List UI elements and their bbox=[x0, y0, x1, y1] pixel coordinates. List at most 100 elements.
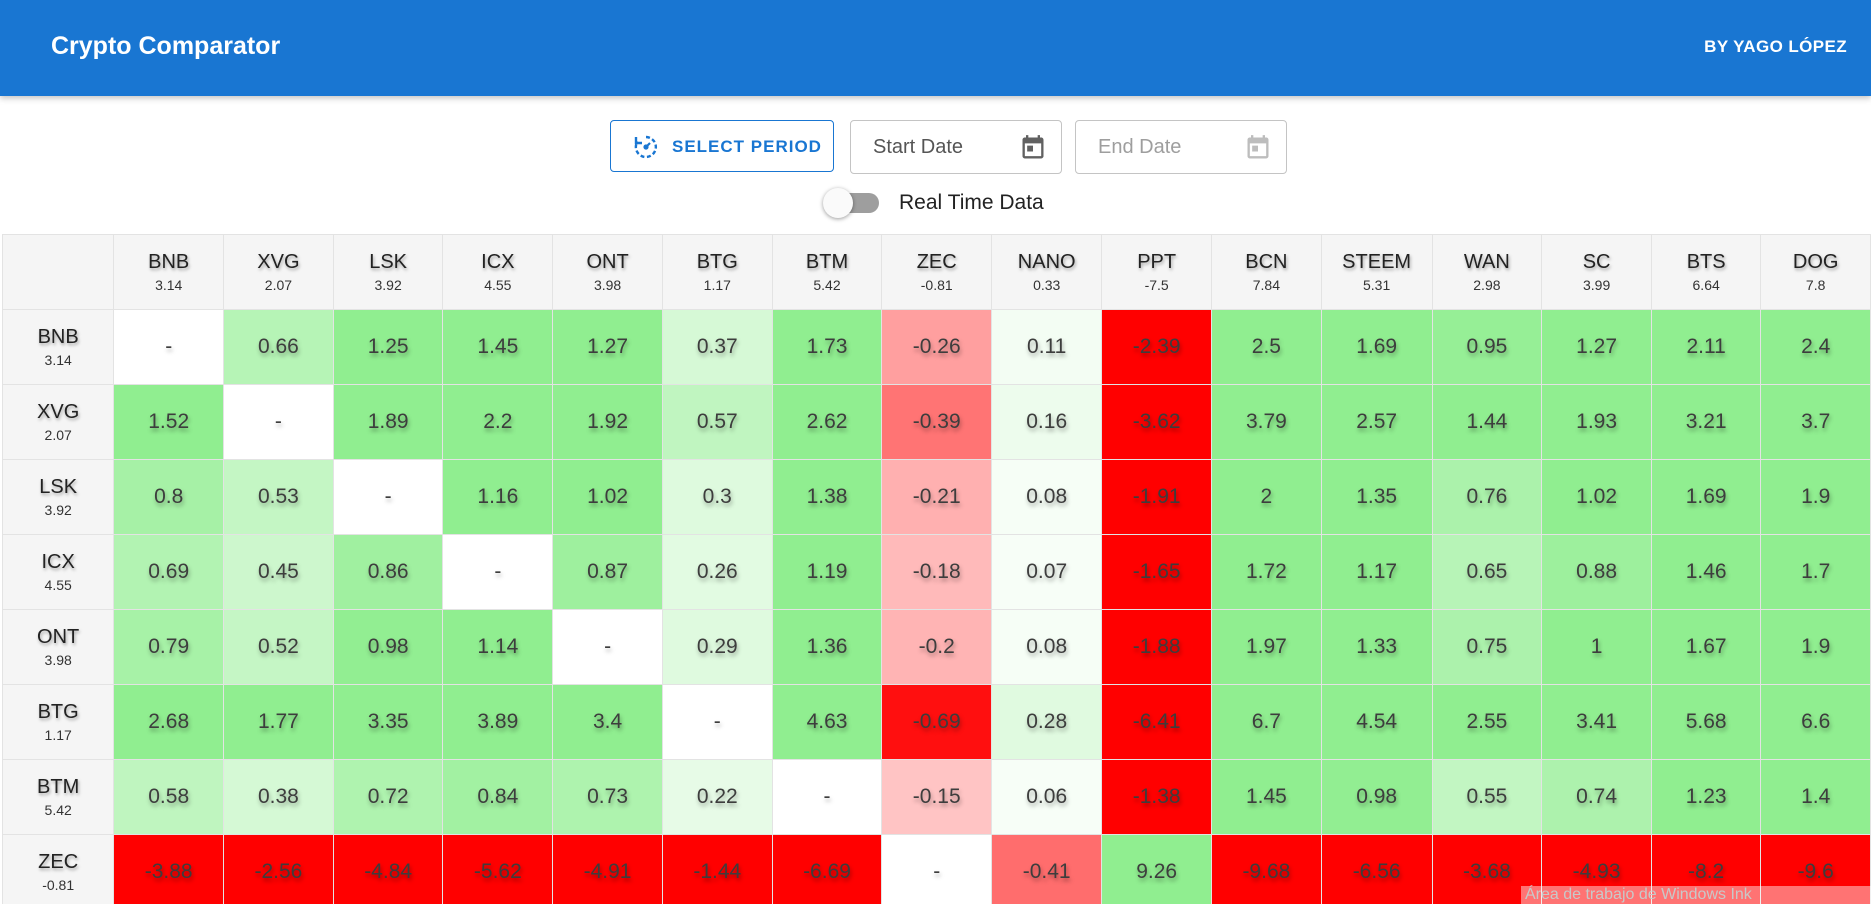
matrix-cell: 0.07 bbox=[991, 534, 1103, 610]
matrix-cell: 2.68 bbox=[113, 684, 225, 760]
matrix-cell: 1.4 bbox=[1760, 759, 1871, 835]
column-header: NANO 0.33 bbox=[991, 234, 1103, 310]
matrix-cell: -1.91 bbox=[1101, 459, 1213, 535]
matrix-cell: -1.38 bbox=[1101, 759, 1213, 835]
calendar-icon[interactable] bbox=[1244, 134, 1272, 162]
matrix-corner bbox=[2, 234, 115, 310]
column-change: 2.98 bbox=[1473, 277, 1501, 293]
row-header: ICX 4.55 bbox=[2, 534, 115, 610]
matrix-cell: 0.16 bbox=[991, 384, 1103, 460]
matrix-cell: 0.86 bbox=[332, 534, 444, 610]
matrix-cell: 0.3 bbox=[661, 459, 773, 535]
windows-ink-overlay: Área de trabajo de Windows Ink bbox=[1521, 886, 1871, 904]
matrix-cell: - bbox=[113, 309, 225, 385]
column-header: DOG 7.8 bbox=[1760, 234, 1871, 310]
matrix-cell: 0.55 bbox=[1431, 759, 1543, 835]
matrix-cell: 1.72 bbox=[1211, 534, 1322, 610]
column-header: BCN 7.84 bbox=[1211, 234, 1322, 310]
matrix-cell: 1.36 bbox=[771, 609, 883, 685]
start-date-input[interactable] bbox=[871, 135, 1015, 160]
row-change: 3.98 bbox=[44, 652, 72, 668]
matrix-cell: 3.4 bbox=[552, 684, 663, 760]
matrix-cell: 0.65 bbox=[1431, 534, 1543, 610]
row-symbol: XVG bbox=[37, 401, 80, 423]
matrix-cell: 1.44 bbox=[1431, 384, 1543, 460]
matrix-cell: - bbox=[881, 834, 993, 904]
matrix-cell: 1.35 bbox=[1320, 459, 1433, 535]
matrix-cell: 0.08 bbox=[991, 459, 1103, 535]
matrix-cell: 0.28 bbox=[991, 684, 1103, 760]
matrix-cell: 0.8 bbox=[113, 459, 225, 535]
column-change: 3.14 bbox=[155, 277, 183, 293]
column-change: 5.42 bbox=[813, 277, 841, 293]
matrix-cell: -2.56 bbox=[223, 834, 334, 904]
matrix-cell: 1.77 bbox=[223, 684, 334, 760]
realtime-label: Real Time Data bbox=[899, 191, 1044, 214]
select-period-button[interactable]: SELECT PERIOD bbox=[610, 120, 834, 172]
app-title: Crypto Comparator bbox=[51, 32, 281, 60]
matrix-cell: -6.69 bbox=[771, 834, 883, 904]
row-change: 5.42 bbox=[44, 802, 72, 818]
matrix-cell: 1.9 bbox=[1760, 459, 1871, 535]
matrix-cell: 0.11 bbox=[991, 309, 1103, 385]
column-symbol: BCN bbox=[1245, 251, 1288, 273]
matrix-cell: 9.26 bbox=[1101, 834, 1213, 904]
column-symbol: SC bbox=[1582, 251, 1611, 273]
matrix-cell: 2.5 bbox=[1211, 309, 1322, 385]
matrix-cell: 1.02 bbox=[552, 459, 663, 535]
column-symbol: BTS bbox=[1686, 251, 1726, 273]
matrix-cell: -0.69 bbox=[881, 684, 993, 760]
matrix-cell: -2.39 bbox=[1101, 309, 1213, 385]
matrix-cell: 2.55 bbox=[1431, 684, 1543, 760]
row-symbol: ICX bbox=[41, 551, 75, 573]
matrix-cell: 0.75 bbox=[1431, 609, 1543, 685]
column-header: BTG 1.17 bbox=[661, 234, 773, 310]
matrix-cell: 0.98 bbox=[1320, 759, 1433, 835]
matrix-cell: -6.41 bbox=[1101, 684, 1213, 760]
end-date-input[interactable] bbox=[1096, 135, 1240, 160]
matrix-cell: 5.68 bbox=[1650, 684, 1762, 760]
matrix-cell: 0.29 bbox=[661, 609, 773, 685]
matrix-cell: 0.66 bbox=[223, 309, 334, 385]
matrix-cell: 1.45 bbox=[442, 309, 554, 385]
matrix-cell: -4.84 bbox=[332, 834, 444, 904]
calendar-icon[interactable] bbox=[1019, 134, 1047, 162]
matrix-cell: 0.95 bbox=[1431, 309, 1543, 385]
matrix-cell: 1.27 bbox=[552, 309, 663, 385]
column-symbol: WAN bbox=[1463, 251, 1510, 273]
row-change: 2.07 bbox=[44, 427, 72, 443]
end-date-field[interactable] bbox=[1075, 120, 1287, 174]
column-change: 3.98 bbox=[593, 277, 622, 293]
matrix-cell: -3.88 bbox=[113, 834, 225, 904]
matrix-cell: -0.39 bbox=[881, 384, 993, 460]
matrix-cell: 0.88 bbox=[1541, 534, 1652, 610]
matrix-cell: 0.98 bbox=[332, 609, 444, 685]
matrix-cell: 0.22 bbox=[661, 759, 773, 835]
row-symbol: BTM bbox=[37, 776, 80, 798]
row-change: -0.81 bbox=[42, 877, 75, 893]
matrix-cell: 1.16 bbox=[442, 459, 554, 535]
matrix-cell: -1.88 bbox=[1101, 609, 1213, 685]
matrix-cell: 1.93 bbox=[1541, 384, 1652, 460]
start-date-field[interactable] bbox=[850, 120, 1062, 174]
row-header: ONT 3.98 bbox=[2, 609, 115, 685]
matrix-cell: 3.35 bbox=[332, 684, 444, 760]
matrix-cell: 1.25 bbox=[332, 309, 444, 385]
matrix-cell: 2.2 bbox=[442, 384, 554, 460]
matrix-cell: -3.62 bbox=[1101, 384, 1213, 460]
matrix-cell: 1.7 bbox=[1760, 534, 1871, 610]
matrix-cell: -6.56 bbox=[1320, 834, 1433, 904]
matrix-cell: 1.38 bbox=[771, 459, 883, 535]
column-change: 5.31 bbox=[1363, 277, 1391, 293]
column-header: BTS 6.64 bbox=[1650, 234, 1762, 310]
matrix-cell: -0.26 bbox=[881, 309, 993, 385]
matrix-cell: - bbox=[332, 459, 444, 535]
column-header: BTM 5.42 bbox=[771, 234, 883, 310]
table-row: BNB 3.14-0.66 1.25 1.45 1.27 0.37 1.73 -0.26 0.1… bbox=[2, 309, 1871, 385]
row-change: 3.92 bbox=[44, 502, 72, 518]
column-symbol: XVG bbox=[257, 251, 300, 273]
toggle-thumb bbox=[823, 188, 853, 218]
realtime-toggle[interactable] bbox=[823, 188, 883, 218]
column-change: 3.92 bbox=[374, 277, 402, 293]
matrix-cell: 0.53 bbox=[223, 459, 334, 535]
